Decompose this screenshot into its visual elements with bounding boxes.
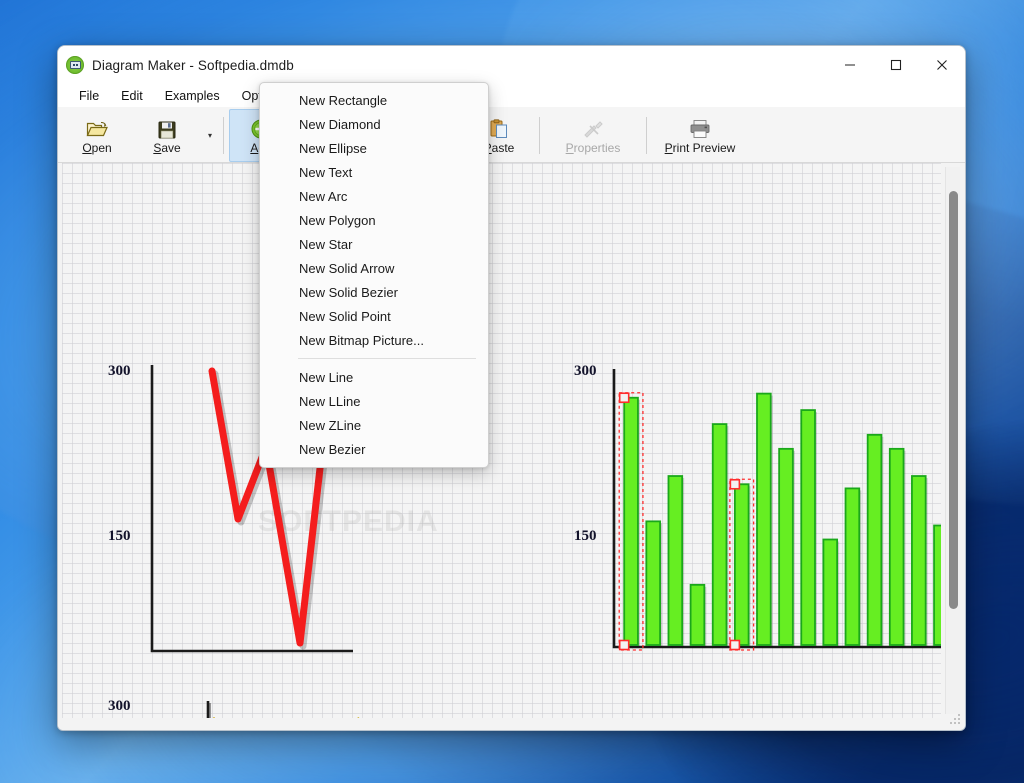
add-menu-item[interactable]: New Bezier [260, 437, 488, 461]
menu-item-edit[interactable]: Edit [110, 87, 154, 105]
add-menu-item[interactable]: New Diamond [260, 112, 488, 136]
bar[interactable] [623, 396, 639, 646]
bar[interactable] [645, 520, 661, 646]
add-menu-item[interactable]: New Arc [260, 184, 488, 208]
toolbar-label-properties: Properties [565, 140, 621, 155]
toolbar: Open Save ▾ A aste Properties Print Prev… [58, 107, 965, 163]
toolbar-label-print-preview: Print Preview [664, 140, 736, 155]
add-menu-item[interactable]: New Line [260, 365, 488, 389]
monitor-icon [66, 56, 84, 74]
tools-icon [582, 117, 604, 139]
toolbar-button-open[interactable]: Open [62, 109, 132, 162]
bar[interactable] [733, 483, 750, 646]
toolbar-separator-3 [539, 117, 540, 154]
minimize-button[interactable] [827, 46, 873, 84]
toolbar-label-open: Open [82, 140, 112, 155]
bar[interactable] [756, 392, 772, 646]
resize-grip[interactable] [949, 714, 962, 727]
canvas-area: SOFTPEDIA 300 150 300 150 300 [58, 163, 965, 730]
bar[interactable] [689, 583, 706, 646]
add-menu-item[interactable]: New Solid Bezier [260, 280, 488, 304]
green-bar-chart[interactable] [610, 361, 941, 657]
menu-item-examples[interactable]: Examples [154, 87, 231, 105]
add-menu-item[interactable]: New LLine [260, 389, 488, 413]
bar[interactable] [800, 409, 816, 646]
bar[interactable] [844, 487, 861, 646]
add-menu-separator [298, 358, 476, 359]
add-menu-item[interactable]: New Solid Arrow [260, 256, 488, 280]
add-menu-item[interactable]: New Rectangle [260, 88, 488, 112]
vertical-scrollbar-thumb[interactable] [949, 191, 958, 609]
toolbar-label-save: Save [153, 140, 181, 155]
add-menu-group-lines: New Line New LLine New ZLine New Bezier [260, 365, 488, 461]
red-chart-ylabel-150: 150 [108, 528, 131, 544]
bar[interactable] [911, 475, 927, 646]
app-window: Diagram Maker - Softpedia.dmdb File Edit… [57, 45, 966, 731]
add-menu-item[interactable]: New Bitmap Picture... [260, 328, 488, 352]
green-chart-ylabel-150: 150 [574, 528, 597, 544]
title-bar[interactable]: Diagram Maker - Softpedia.dmdb [58, 46, 965, 84]
bar[interactable] [822, 538, 839, 646]
bar[interactable] [888, 447, 905, 646]
printer-icon [689, 117, 711, 139]
open-folder-icon [86, 117, 108, 139]
maximize-button[interactable] [873, 46, 919, 84]
close-button[interactable] [919, 46, 965, 84]
add-menu-item[interactable]: New Polygon [260, 208, 488, 232]
add-menu-item[interactable]: New ZLine [260, 413, 488, 437]
diagram-canvas[interactable]: SOFTPEDIA 300 150 300 150 300 [62, 163, 941, 718]
save-dropdown-caret[interactable]: ▾ [202, 109, 218, 162]
selection-handle[interactable] [618, 639, 630, 651]
selection-handle[interactable] [729, 478, 741, 490]
add-menu-item[interactable]: New Star [260, 232, 488, 256]
bar[interactable] [778, 447, 794, 646]
toolbar-button-properties: Properties [545, 109, 641, 162]
floppy-disk-icon [158, 117, 176, 139]
toolbar-button-save[interactable]: Save [132, 109, 202, 162]
vertical-scrollbar[interactable] [945, 167, 960, 714]
add-menu-item[interactable]: New Ellipse [260, 136, 488, 160]
yellow-area-chart[interactable] [148, 693, 548, 718]
window-title: Diagram Maker - Softpedia.dmdb [92, 57, 294, 73]
clipboard-icon [489, 117, 509, 139]
toolbar-button-print-preview[interactable]: Print Preview [652, 109, 748, 162]
bar[interactable] [866, 433, 883, 646]
selection-handle[interactable] [729, 639, 741, 651]
add-menu-item[interactable]: New Solid Point [260, 304, 488, 328]
bar[interactable] [667, 475, 684, 646]
bar[interactable] [711, 423, 728, 646]
toolbar-separator-1 [223, 117, 224, 154]
menu-item-file[interactable]: File [68, 87, 110, 105]
green-chart-ylabel-300: 300 [574, 363, 597, 379]
red-chart-ylabel-300: 300 [108, 363, 131, 379]
yellow-chart-ylabel-300: 300 [108, 698, 131, 714]
window-controls [827, 46, 965, 84]
add-menu-group-shapes: New Rectangle New Diamond New Ellipse New T… [260, 88, 488, 352]
add-dropdown-menu: New Rectangle New Diamond New Ellipse New T… [259, 82, 489, 468]
add-menu-item[interactable]: New Text [260, 160, 488, 184]
toolbar-separator-4 [646, 117, 647, 154]
selection-handle[interactable] [618, 392, 630, 404]
bar[interactable] [933, 524, 941, 646]
menu-bar: File Edit Examples Options Help [58, 84, 965, 107]
